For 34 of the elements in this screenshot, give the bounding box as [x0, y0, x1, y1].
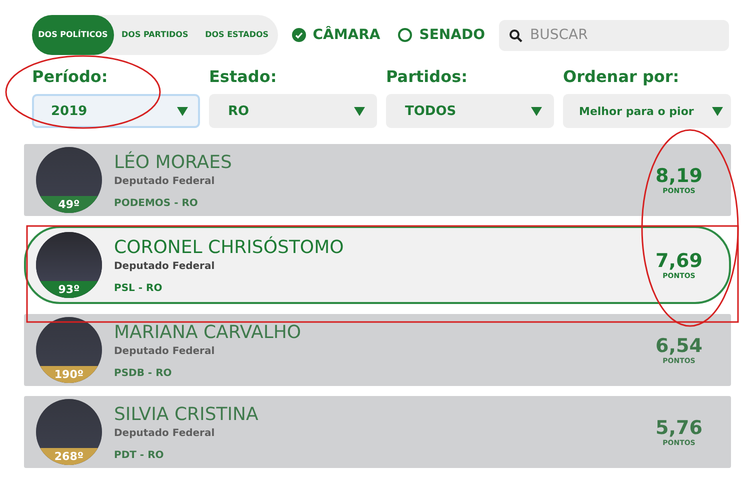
chamber-radio[interactable]: SENADO — [394, 27, 489, 43]
filter-label: Ordenar por: — [563, 67, 680, 88]
politician-name: SILVIA CRISTINA — [114, 404, 260, 424]
caret-icon — [531, 106, 542, 116]
caret-icon — [354, 106, 365, 116]
filter-dropdown[interactable]: RO — [209, 94, 377, 128]
politician-role: Deputado Federal — [114, 176, 216, 186]
filter-label: Período: — [32, 67, 109, 88]
filter-label: Estado: — [209, 67, 278, 88]
score-value: 8,19 — [656, 165, 702, 187]
chamber-radio[interactable]: CÂMARA — [288, 27, 384, 43]
filter-dropdown[interactable]: 2019 — [32, 94, 200, 128]
party-state: PDT - RO — [114, 450, 165, 460]
search-input[interactable]: BUSCAR — [499, 20, 729, 50]
score-value: 6,54 — [656, 335, 702, 357]
politician-role: Deputado Federal — [114, 346, 216, 356]
politician-role: Deputado Federal — [114, 428, 216, 438]
caret-icon — [712, 106, 723, 116]
politician-role: Deputado Federal — [114, 260, 216, 272]
filter-dropdown[interactable]: Melhor para o pior — [563, 94, 731, 128]
caret-icon — [177, 106, 188, 116]
view-tab[interactable]: DOS PARTIDOS — [114, 15, 196, 55]
view-tab[interactable]: DOS POLÍTICOS — [32, 15, 114, 55]
party-state: PSL - RO — [114, 282, 164, 294]
politician-name: CORONEL CHRISÓSTOMO — [114, 236, 345, 258]
party-state: PODEMOS - RO — [114, 198, 199, 208]
party-state: PSDB - RO — [114, 368, 173, 378]
filter-dropdown[interactable]: TODOS — [386, 94, 554, 128]
score-value: 5,76 — [656, 417, 702, 439]
politician-name: LÉO MORAES — [114, 152, 233, 172]
view-tab[interactable]: DOS ESTADOS — [196, 15, 278, 55]
filter-label: Partidos: — [386, 67, 468, 88]
score-value: 7,69 — [656, 250, 702, 272]
politician-name: MARIANA CARVALHO — [114, 322, 302, 342]
